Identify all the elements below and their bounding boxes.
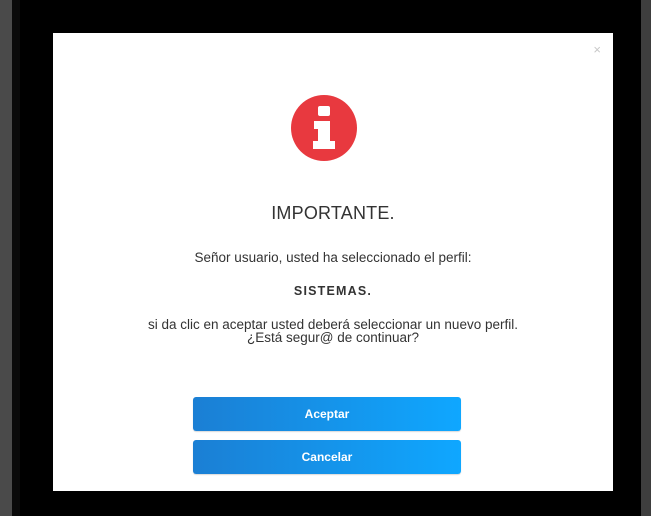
- left-window-edge: [0, 0, 12, 516]
- left-window-shadow: [12, 0, 20, 516]
- question-line-2: ¿Está segur@ de continuar?: [246, 330, 420, 345]
- info-icon: [291, 95, 357, 161]
- cancel-button[interactable]: Cancelar: [193, 440, 461, 474]
- right-window-edge: [641, 0, 651, 516]
- dialog-question: si da clic en aceptar usted deberá selec…: [53, 318, 613, 345]
- confirmation-dialog: × IMPORTANTE. Señor usuario, usted ha se…: [53, 33, 613, 491]
- profile-name: SISTEMAS.: [293, 284, 373, 298]
- dialog-title: IMPORTANTE.: [271, 203, 395, 223]
- dialog-message: Señor usuario, usted ha seleccionado el …: [194, 250, 472, 265]
- close-icon[interactable]: ×: [593, 43, 601, 56]
- screen: × IMPORTANTE. Señor usuario, usted ha se…: [0, 0, 651, 516]
- accept-button[interactable]: Aceptar: [193, 397, 461, 431]
